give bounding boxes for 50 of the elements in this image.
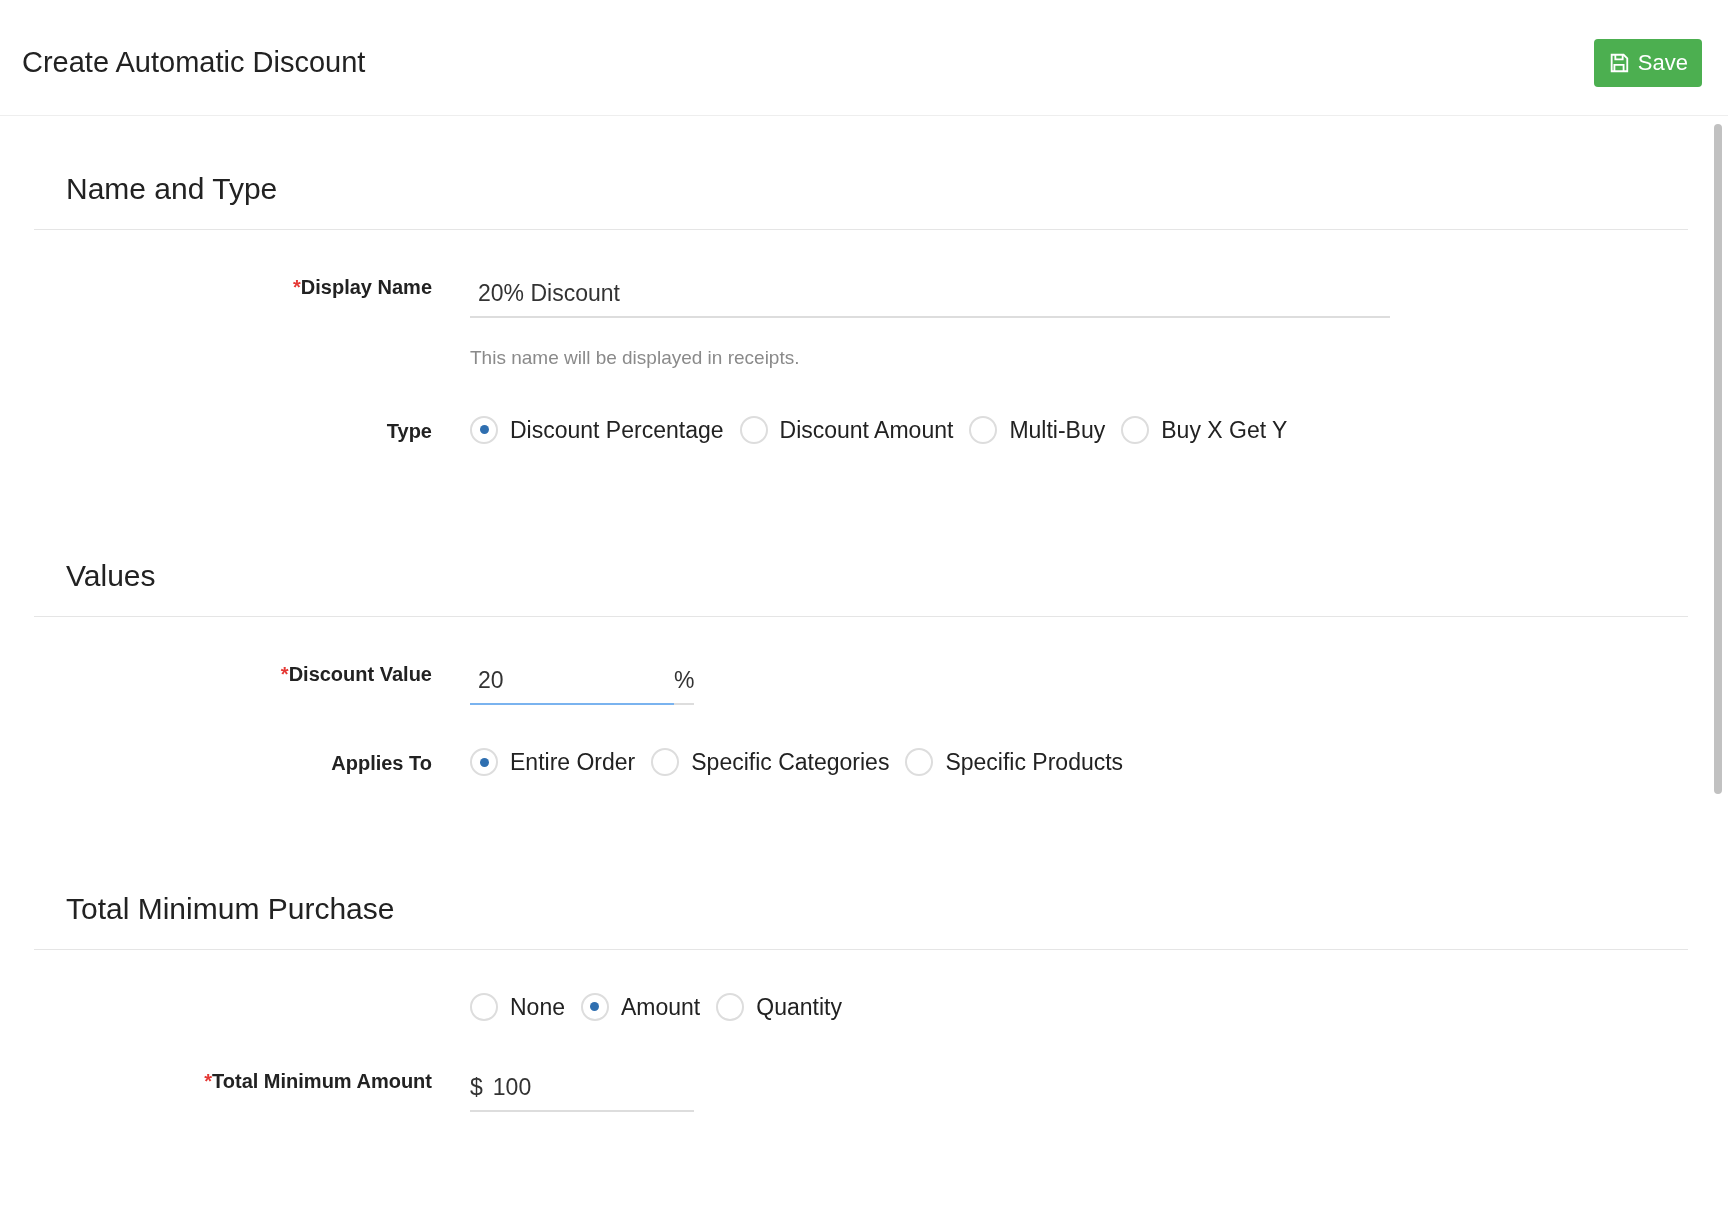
field-label: Display Name [300, 275, 432, 300]
radio-option[interactable]: Entire Order [470, 745, 636, 780]
radio-button[interactable] [470, 992, 498, 1021]
input-value: 100 [492, 1072, 532, 1102]
radio-option[interactable]: Buy X Get Y [1121, 412, 1288, 447]
page-title: Create Automatic Discount [22, 44, 366, 80]
radio-option[interactable]: Discount Percentage [470, 412, 724, 447]
radio-button[interactable] [470, 748, 498, 777]
radio-button[interactable] [651, 748, 680, 777]
section-heading: Total Minimum Purchase [66, 891, 395, 925]
required-mark: * [280, 662, 289, 687]
radio-option[interactable]: Specific Products [905, 745, 1124, 780]
radio-button[interactable] [1121, 415, 1150, 444]
percent-suffix: % [674, 657, 694, 705]
required-mark: * [293, 275, 301, 300]
section-heading: Values [66, 559, 156, 592]
radio-label: Amount [621, 992, 701, 1022]
section-heading: Name and Type [66, 172, 278, 205]
radio-label: Specific Categories [691, 748, 890, 777]
field-label: Discount Value [288, 662, 432, 687]
radio-option[interactable]: Discount Amount [739, 412, 954, 447]
radio-button[interactable] [905, 748, 934, 777]
input-field[interactable]: 20% Discount [470, 270, 1390, 318]
radio-option[interactable]: Amount [581, 989, 701, 1024]
required-mark: * [204, 1069, 212, 1094]
radio-label: Multi-Buy [1009, 415, 1106, 445]
currency-prefix: $ [470, 1072, 483, 1102]
radio-button[interactable] [581, 992, 609, 1021]
radio-button[interactable] [739, 415, 768, 444]
radio-label: Discount Amount [779, 415, 954, 445]
radio-button[interactable] [716, 992, 745, 1021]
helper-text: This name will be displayed in receipts. [470, 346, 801, 370]
field-label: Type [386, 418, 432, 444]
input-field[interactable]: $ 100 [470, 1064, 694, 1112]
radio-option[interactable]: None [470, 989, 565, 1024]
field-label: Total Minimum Amount [212, 1069, 432, 1094]
radio-label: Buy X Get Y [1161, 415, 1288, 445]
radio-option[interactable]: Quantity [716, 989, 842, 1024]
radio-label: Discount Percentage [510, 415, 724, 445]
input-field[interactable]: 20 [470, 657, 674, 705]
scrollbar[interactable] [1714, 124, 1722, 794]
radio-option[interactable]: Multi-Buy [969, 412, 1106, 447]
radio-option[interactable]: Specific Categories [651, 745, 890, 780]
radio-label: Specific Products [945, 748, 1124, 777]
radio-label: Entire Order [510, 748, 636, 777]
radio-button[interactable] [969, 415, 998, 444]
radio-button[interactable] [470, 415, 498, 444]
radio-label: Quantity [756, 992, 842, 1022]
radio-label: None [510, 992, 565, 1022]
field-label: Applies To [331, 751, 432, 777]
